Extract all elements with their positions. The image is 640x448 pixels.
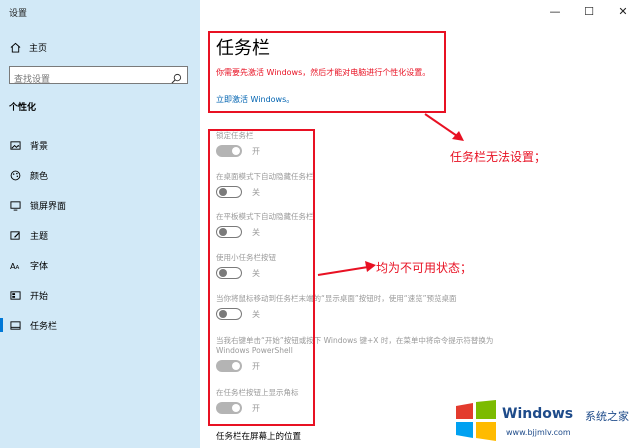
taskbar-icon — [9, 319, 21, 331]
sidebar-item-label: 字体 — [30, 261, 49, 272]
home-icon — [9, 41, 21, 53]
sidebar-item-label: 主题 — [30, 231, 49, 242]
taskbar-position-heading: 任务栏在屏幕上的位置 — [216, 432, 302, 442]
sidebar-item-background[interactable]: 背景 — [0, 130, 200, 160]
watermark-brand: 系统之家 — [585, 410, 629, 423]
sidebar-nav: 背景 颜色 锁屏界面 主题 AA 字体 开始 任务栏 — [0, 130, 200, 340]
lock-screen-icon — [9, 199, 21, 211]
sidebar: 设置 主页 个性化 背景 颜色 锁屏界面 — [0, 0, 200, 448]
sidebar-item-label: 锁屏界面 — [30, 201, 67, 212]
sidebar-item-label: 背景 — [30, 141, 49, 152]
sidebar-item-taskbar[interactable]: 任务栏 — [0, 310, 200, 340]
start-icon — [9, 289, 21, 301]
sidebar-home-label: 主页 — [29, 43, 48, 54]
annotation-box-settings — [208, 129, 315, 426]
windows-logo-icon — [456, 400, 496, 441]
sidebar-item-home[interactable]: 主页 — [9, 40, 47, 54]
palette-icon — [9, 169, 21, 181]
annotation-arrow-icon — [424, 113, 464, 141]
watermark-title: Windows — [502, 406, 574, 422]
font-icon: AA — [9, 259, 21, 271]
annotation-arrow-icon — [317, 261, 376, 276]
annotation-note: 均为不可用状态； — [376, 261, 473, 275]
image-icon — [9, 139, 21, 151]
app-title: 设置 — [9, 9, 28, 19]
search-input[interactable] — [10, 72, 160, 88]
sidebar-item-colors[interactable]: 颜色 — [0, 160, 200, 190]
annotation-note: 任务栏无法设置； — [450, 150, 547, 164]
search-icon[interactable] — [171, 69, 183, 84]
sidebar-item-label: 开始 — [30, 291, 49, 302]
search-box[interactable] — [9, 66, 188, 88]
watermark-url: www.bjjmlv.com — [506, 428, 571, 437]
sidebar-item-fonts[interactable]: AA 字体 — [0, 250, 200, 280]
sidebar-item-start[interactable]: 开始 — [0, 280, 200, 310]
sidebar-item-label: 颜色 — [30, 171, 49, 182]
annotation-box-header — [208, 31, 446, 113]
watermark: Windows 系统之家 www.bjjmlv.com — [450, 392, 640, 448]
sidebar-item-label: 任务栏 — [30, 321, 58, 332]
sidebar-item-themes[interactable]: 主题 — [0, 220, 200, 250]
svg-text:A: A — [15, 265, 19, 271]
sidebar-item-lock-screen[interactable]: 锁屏界面 — [0, 190, 200, 220]
brush-icon — [9, 229, 21, 241]
category-heading: 个性化 — [9, 103, 37, 113]
